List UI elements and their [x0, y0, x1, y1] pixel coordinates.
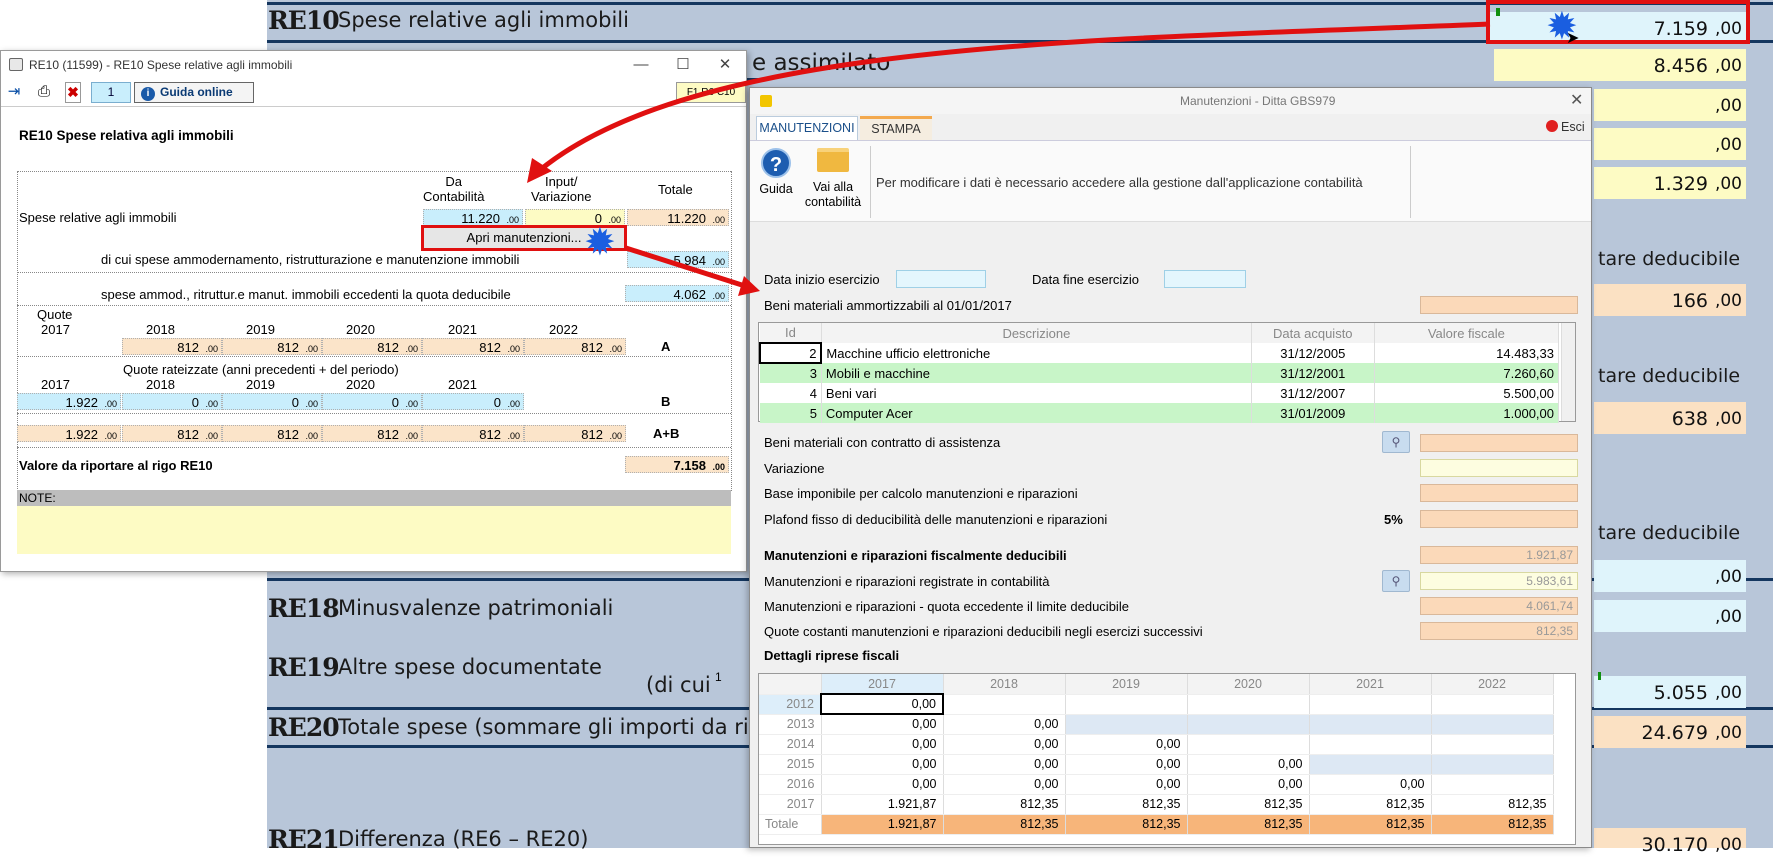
annotation-arrows: [527, 21, 1491, 296]
cursor-icon: ➤: [1566, 30, 1580, 47]
click-burst-icon: ✹: [584, 222, 616, 264]
